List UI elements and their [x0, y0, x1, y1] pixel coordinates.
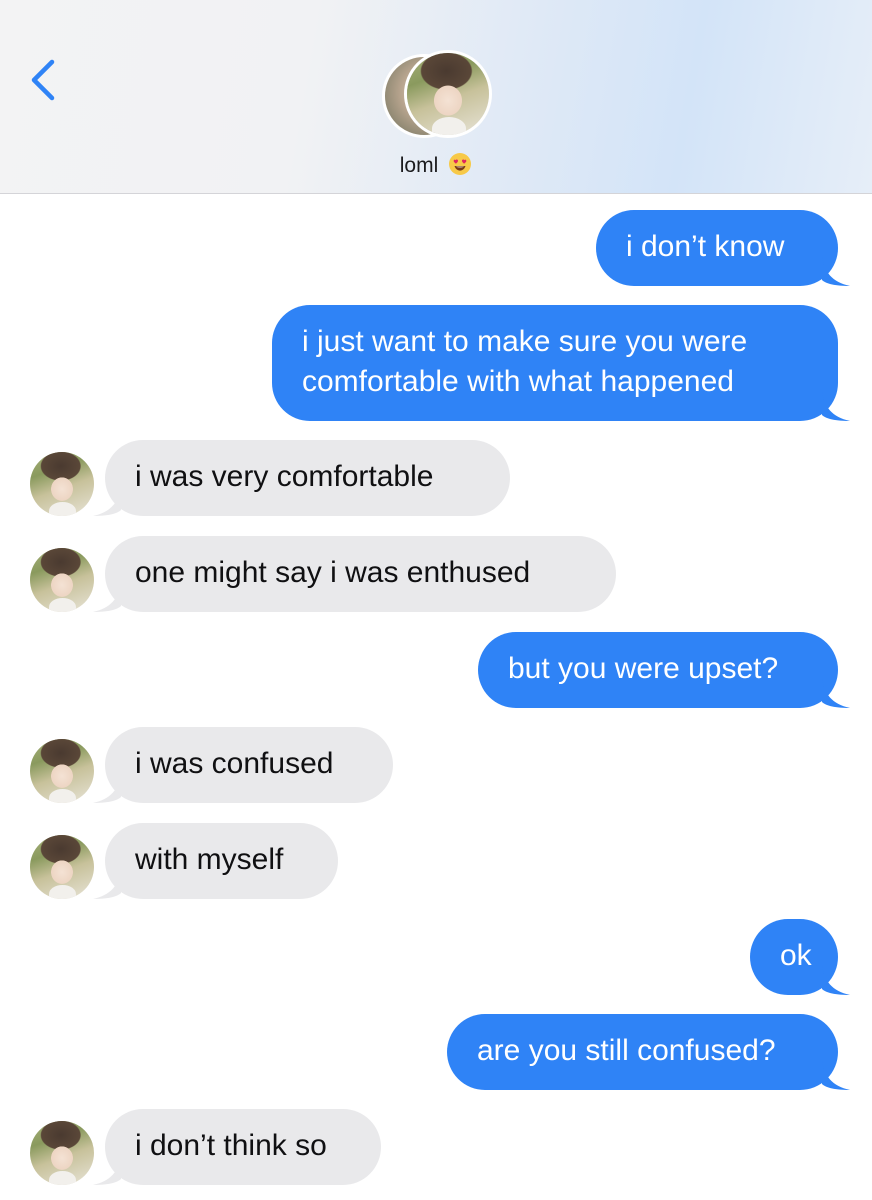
- message-text: i was confused: [135, 747, 334, 780]
- chevron-left-icon: [31, 59, 55, 101]
- avatar-photo: [30, 1121, 94, 1185]
- message-list[interactable]: i don’t know i just want to make sure yo…: [0, 194, 872, 1200]
- contact-avatar: [404, 50, 492, 138]
- bubble-tail: [822, 678, 850, 708]
- message-text: but you were upset?: [508, 652, 779, 685]
- sender-avatar[interactable]: [30, 739, 94, 803]
- message-row: i was confused: [0, 727, 872, 803]
- message-text: with myself: [135, 843, 284, 876]
- message-bubble-incoming[interactable]: one might say i was enthused: [93, 536, 616, 612]
- back-button[interactable]: [22, 50, 66, 110]
- bubble-tail: [93, 869, 121, 899]
- bubble-tail: [93, 486, 121, 516]
- bubble-tail: [93, 582, 121, 612]
- message-bubble-outgoing[interactable]: ok: [750, 919, 850, 995]
- message-text: i don’t know: [626, 230, 785, 263]
- avatar-photo: [407, 53, 489, 135]
- conversation-header: loml: [0, 0, 872, 194]
- bubble-tail: [93, 1155, 121, 1185]
- message-row: i just want to make sure you were comfor…: [0, 305, 872, 421]
- bubble-tail: [822, 965, 850, 995]
- message-text: one might say i was enthused: [135, 556, 531, 589]
- message-text: ok: [780, 939, 812, 972]
- message-text-line: comfortable with what happened: [302, 365, 734, 398]
- message-text: i was very comfortable: [135, 460, 434, 493]
- message-row: i don’t think so: [0, 1109, 872, 1185]
- message-bubble-outgoing[interactable]: are you still confused?: [447, 1014, 850, 1090]
- message-row: but you were upset?: [0, 632, 872, 708]
- sender-avatar[interactable]: [30, 548, 94, 612]
- message-row: one might say i was enthused: [0, 536, 872, 612]
- message-text: are you still confused?: [477, 1034, 776, 1067]
- message-row: i don’t know: [0, 210, 872, 286]
- contact-name: loml: [399, 154, 439, 177]
- message-row: with myself: [0, 823, 872, 899]
- avatar-photo: [30, 739, 94, 803]
- contact-avatar-group[interactable]: [382, 50, 492, 140]
- avatar-photo: [30, 835, 94, 899]
- avatar-photo: [30, 548, 94, 612]
- message-bubble-outgoing[interactable]: but you were upset?: [478, 632, 850, 708]
- contact-name-row[interactable]: loml: [0, 152, 872, 178]
- message-bubble-incoming[interactable]: i was confused: [93, 727, 393, 803]
- message-text-line: i just want to make sure you were: [302, 325, 748, 358]
- sender-avatar[interactable]: [30, 835, 94, 899]
- bubble-tail: [822, 1060, 850, 1090]
- message-bubble-outgoing[interactable]: i just want to make sure you were comfor…: [272, 305, 850, 421]
- message-bubble-incoming[interactable]: i don’t think so: [93, 1109, 381, 1185]
- message-bubble-incoming[interactable]: with myself: [93, 823, 338, 899]
- sender-avatar[interactable]: [30, 1121, 94, 1185]
- message-row: i was very comfortable: [0, 440, 872, 516]
- bubble-tail: [822, 256, 850, 286]
- message-text: i don’t think so: [135, 1129, 327, 1162]
- message-bubble-incoming[interactable]: i was very comfortable: [93, 440, 510, 516]
- message-row: are you still confused?: [0, 1014, 872, 1090]
- avatar-photo: [30, 452, 94, 516]
- heart-eyes-emoji-icon: [449, 153, 472, 175]
- message-row: ok: [0, 919, 872, 995]
- sender-avatar[interactable]: [30, 452, 94, 516]
- bubble-tail: [93, 773, 121, 803]
- bubble-tail: [822, 391, 850, 421]
- message-bubble-outgoing[interactable]: i don’t know: [596, 210, 850, 286]
